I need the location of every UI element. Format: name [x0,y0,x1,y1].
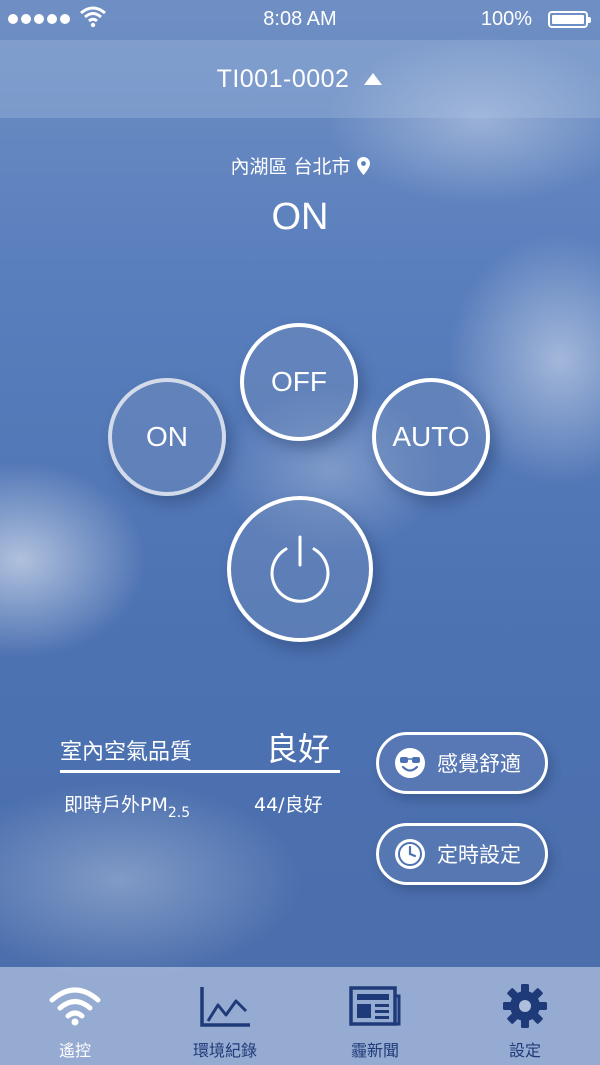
off-button-label: OFF [271,366,327,397]
clock-icon [395,839,425,869]
divider [60,770,340,773]
chart-icon [200,987,250,1027]
power-button[interactable] [227,496,373,642]
smile-icon [395,748,425,778]
wifi-icon [49,987,101,1026]
device-selector[interactable]: TI001-0002 [0,40,600,118]
tab-haze-news-label: 霾新聞 [350,1041,399,1060]
power-icon [270,535,330,603]
timer-button[interactable]: 定時設定 [376,823,548,885]
location: 內湖區 台北市 [0,152,600,179]
indoor-air-quality-label: 室內空氣品質 [60,740,193,765]
comfort-button[interactable]: 感覺舒適 [376,732,548,794]
location-pin-icon [356,157,370,175]
tab-remote[interactable]: 遙控 [0,967,150,1065]
status-bar: 8:08 AM 100% [0,0,600,40]
outdoor-pm-value: 44/良好 [254,794,323,816]
device-name: TI001-0002 [216,64,350,93]
location-text: 內湖區 台北市 [230,156,351,178]
on-button[interactable]: ON [108,378,226,496]
auto-button-label: AUTO [392,421,470,452]
battery-percent: 100% [480,8,532,30]
tab-bar: 遙控 環境紀錄 霾新聞 設定 [0,967,600,1065]
outdoor-pm-label: 即時戶外PM2.5 [64,790,190,821]
off-button[interactable]: OFF [240,323,358,441]
caret-up-icon [364,73,383,85]
comfort-button-label: 感覺舒適 [437,752,521,776]
outdoor-pm-subscript: 2.5 [167,805,191,821]
indoor-air-quality-value: 良好 [266,730,331,768]
tab-haze-news[interactable]: 霾新聞 [300,967,450,1065]
news-icon [349,986,401,1026]
tab-remote-label: 遙控 [58,1041,91,1060]
tab-environment-log-label: 環境紀錄 [192,1041,257,1060]
tab-settings[interactable]: 設定 [450,967,600,1065]
timer-button-label: 定時設定 [437,843,521,867]
gear-icon [503,984,547,1028]
outdoor-pm-text: 即時戶外PM [64,794,168,816]
battery-icon [548,11,591,28]
on-button-label: ON [146,421,188,452]
power-state: ON [271,196,329,238]
tab-settings-label: 設定 [508,1041,541,1060]
auto-button[interactable]: AUTO [372,378,490,496]
tab-environment-log[interactable]: 環境紀錄 [150,967,300,1065]
